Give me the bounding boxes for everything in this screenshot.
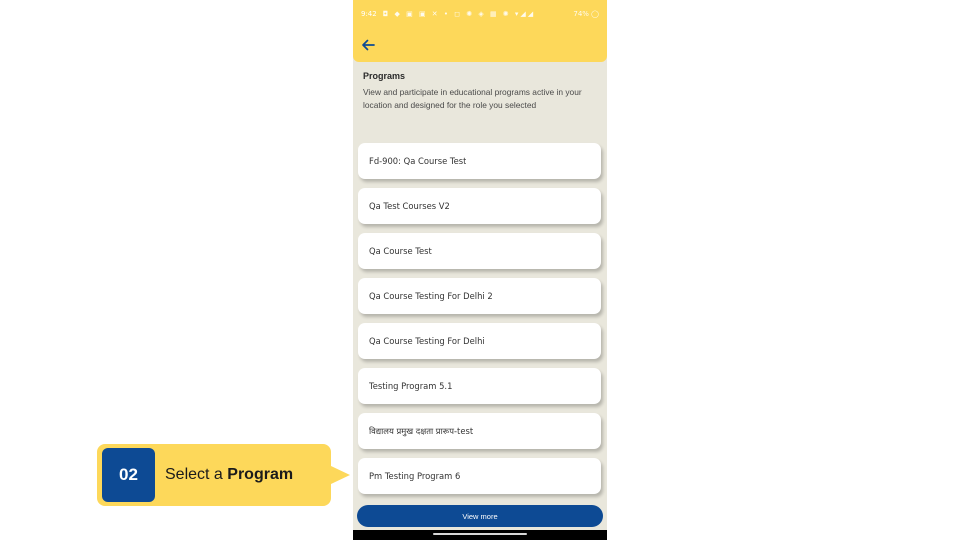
status-icons: ◘ ◆ ▣ ▣ ✕ • ◻ ✺ ◈ ▦ ✺ ▾◢◢ [382, 10, 536, 18]
status-time: 9:42 [361, 10, 377, 18]
app-bar [353, 28, 607, 62]
program-item[interactable]: विद्यालय प्रमुख दक्षता प्रारूप-test [358, 413, 601, 449]
program-item[interactable]: Qa Course Test [358, 233, 601, 269]
home-handle[interactable] [433, 533, 527, 535]
program-label: Pm Testing Program 6 [369, 471, 461, 481]
battery-indicator: 74% ◯ [573, 10, 599, 18]
program-label: विद्यालय प्रमुख दक्षता प्रारूप-test [369, 425, 474, 436]
phone-screen: 9:42 ◘ ◆ ▣ ▣ ✕ • ◻ ✺ ◈ ▦ ✺ ▾◢◢ 74% ◯ Pro… [353, 0, 607, 540]
program-item[interactable]: Qa Course Testing For Delhi [358, 323, 601, 359]
step-instruction-emphasis: Program [227, 466, 294, 483]
program-label: Testing Program 5.1 [369, 381, 453, 391]
step-instruction: Select a Program [165, 466, 293, 484]
program-item[interactable]: Qa Test Courses V2 [358, 188, 601, 224]
program-item[interactable]: Pm Testing Program 6 [358, 458, 601, 494]
program-item[interactable]: Qa Course Testing For Delhi 2 [358, 278, 601, 314]
step-instruction-prefix: Select a [165, 466, 228, 483]
arrow-left-icon[interactable] [360, 37, 376, 53]
page-description: View and participate in educational prog… [363, 87, 582, 110]
program-item[interactable]: Fd-900: Qa Course Test [358, 143, 601, 179]
program-label: Fd-900: Qa Course Test [369, 156, 467, 166]
program-label: Qa Test Courses V2 [369, 201, 450, 211]
view-more-button[interactable]: View more [357, 505, 603, 527]
page-title: Programs [363, 71, 406, 81]
program-label: Qa Course Testing For Delhi [369, 336, 485, 346]
program-label: Qa Course Test [369, 246, 432, 256]
system-nav-bar [353, 530, 607, 540]
status-bar: 9:42 ◘ ◆ ▣ ▣ ✕ • ◻ ✺ ◈ ▦ ✺ ▾◢◢ 74% ◯ [353, 0, 607, 28]
step-number-badge: 02 [102, 448, 155, 502]
program-item[interactable]: Testing Program 5.1 [358, 368, 601, 404]
step-callout: 02 Select a Program [97, 444, 350, 506]
program-label: Qa Course Testing For Delhi 2 [369, 291, 493, 301]
